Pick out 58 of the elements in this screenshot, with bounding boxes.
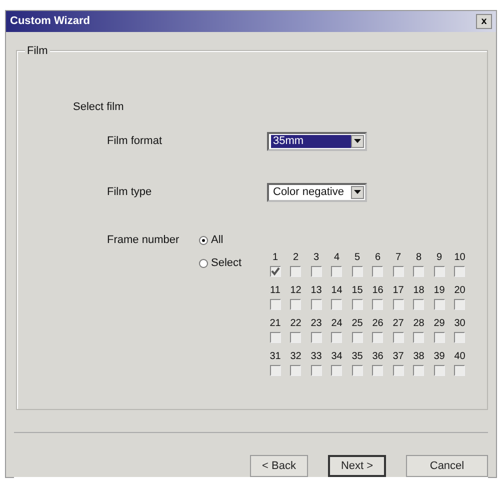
wizard-button[interactable]: < Back <box>250 455 308 477</box>
frame-number: 15 <box>352 284 363 297</box>
frame-number: 20 <box>454 284 466 297</box>
frame-number: 31 <box>270 350 281 363</box>
frame-number: 4 <box>334 252 340 264</box>
frame-number: 9 <box>436 252 442 264</box>
frame-number: 32 <box>290 350 302 363</box>
frame-number: 22 <box>290 318 302 330</box>
frame-number: 33 <box>310 350 322 363</box>
frame-number: 8 <box>416 252 422 264</box>
frame-number: 39 <box>434 350 445 363</box>
frame-number: 10 <box>454 252 466 264</box>
frame-number: 3 <box>313 252 320 264</box>
check-icon <box>270 266 280 276</box>
frame-number: 17 <box>392 284 404 297</box>
frame-number: 27 <box>392 318 404 330</box>
frame-number: 37 <box>392 350 404 363</box>
frame-number: 28 <box>413 318 424 330</box>
frame-number: 21 <box>270 318 281 330</box>
frame-number: 24 <box>331 318 342 330</box>
frame-number: 19 <box>434 284 445 297</box>
dropdown[interactable]: 35mm <box>267 132 367 151</box>
wizard-button[interactable]: Cancel <box>406 455 488 477</box>
caret-icon <box>354 139 361 144</box>
frame-number: 13 <box>310 284 322 297</box>
frame-number: 35 <box>352 350 363 363</box>
frame-number: 34 <box>331 350 342 363</box>
frame-number: 29 <box>434 318 445 330</box>
radio-button[interactable] <box>199 236 208 245</box>
frame-number: 40 <box>454 350 466 363</box>
frame-number: 16 <box>372 284 384 297</box>
frame-number: 1 <box>272 252 278 264</box>
wizard-button[interactable]: Next > <box>328 455 386 477</box>
frame-number: 5 <box>354 252 360 264</box>
frame-number: 30 <box>454 318 466 330</box>
frame-number: 11 <box>270 284 280 297</box>
field-label: Film type <box>107 185 153 200</box>
field-label: Film format <box>107 134 163 150</box>
caret-icon <box>354 190 361 194</box>
frame-number: 18 <box>413 284 424 297</box>
frame-number: 36 <box>372 350 384 363</box>
frame-number: 14 <box>331 284 342 297</box>
field-label: Frame number <box>107 232 180 248</box>
frame-number: 2 <box>292 252 299 264</box>
frame-number: 6 <box>374 252 381 264</box>
frame-number: 12 <box>290 284 302 297</box>
frame-number: 38 <box>413 350 424 363</box>
frame-number: 25 <box>352 318 363 330</box>
close-button[interactable]: x <box>476 14 492 30</box>
radio-button[interactable] <box>199 259 208 268</box>
frame-number: 26 <box>372 318 384 330</box>
radio-option[interactable]: Select <box>199 255 265 272</box>
radio-option[interactable]: All <box>199 232 265 248</box>
window-title: Custom Wizard <box>10 14 90 30</box>
dropdown[interactable]: Color negative <box>267 182 367 202</box>
section-heading: Select film <box>73 100 124 116</box>
frame-number: 23 <box>310 318 322 330</box>
frame-number: 7 <box>395 252 402 264</box>
